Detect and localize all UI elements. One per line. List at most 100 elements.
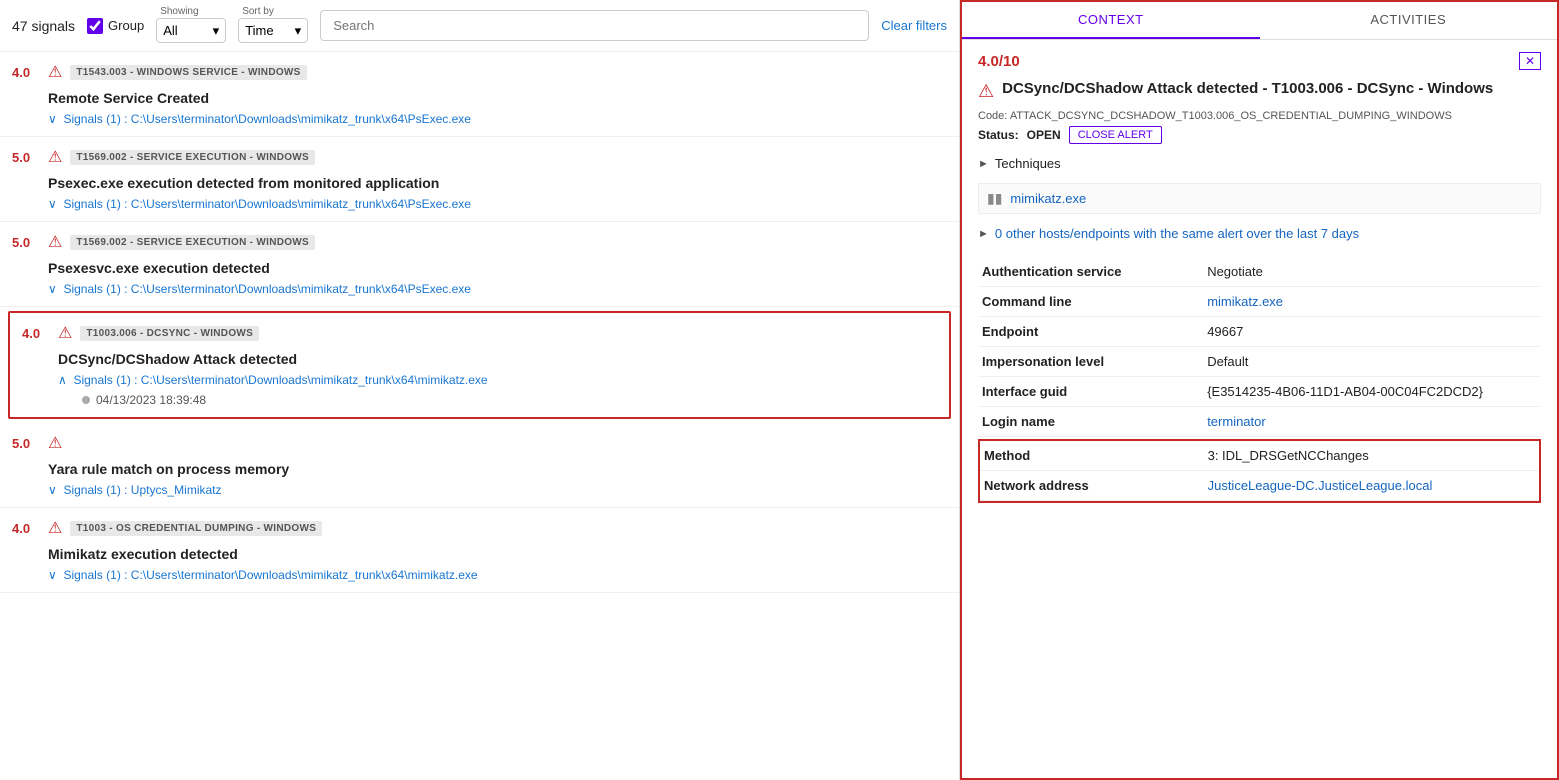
close-alert-button[interactable]: CLOSE ALERT <box>1069 126 1162 144</box>
signal-group-3: 5.0 ⚠ T1569.002 - SERVICE EXECUTION - WI… <box>0 222 959 307</box>
detail-val-method: 3: IDL_DRSGetNCChanges <box>1204 441 1539 471</box>
mimikatz-file-icon: ▮▮ <box>987 190 1002 207</box>
score-2: 5.0 <box>12 150 40 165</box>
sortby-dropdown-container: Sort by Time <box>238 8 308 43</box>
right-panel: CONTEXT ACTIVITIES 4.0/10 ✕ ⚠ DCSync/DCS… <box>960 0 1559 780</box>
showing-sublabel: Showing <box>160 6 198 17</box>
code-value: ATTACK_DCSYNC_DCSHADOW_T1003.006_OS_CRED… <box>1010 110 1452 122</box>
score-6: 4.0 <box>12 521 40 536</box>
detail-key-endpoint: Endpoint <box>978 317 1203 347</box>
right-tabs: CONTEXT ACTIVITIES <box>962 2 1557 40</box>
other-hosts-row[interactable]: ► 0 other hosts/endpoints with the same … <box>978 226 1541 241</box>
code-label: Code: <box>978 110 1007 122</box>
detail-val-cmdline[interactable]: mimikatz.exe <box>1203 287 1541 317</box>
signal-signals-5[interactable]: ∨ Signals (1) : Uptycs_Mimikatz <box>12 483 947 497</box>
alert-icon-3: ⚠ <box>48 232 62 252</box>
tag-6: T1003 - OS CREDENTIAL DUMPING - WINDOWS <box>70 521 322 536</box>
other-hosts-text: 0 other hosts/endpoints with the same al… <box>995 226 1359 241</box>
signal-list: 4.0 ⚠ T1543.003 - WINDOWS SERVICE - WIND… <box>0 52 959 780</box>
signal-title-6: Mimikatz execution detected <box>12 542 947 566</box>
tag-3: T1569.002 - SERVICE EXECUTION - WINDOWS <box>70 235 315 250</box>
alert-title-text: DCSync/DCShadow Attack detected - T1003.… <box>1002 80 1493 97</box>
score-3: 5.0 <box>12 235 40 250</box>
sortby-dropdown[interactable]: Time <box>238 18 308 43</box>
mimikatz-row[interactable]: ▮▮ mimikatz.exe <box>978 183 1541 214</box>
toolbar: 47 signals Group Showing All Sort by Tim… <box>0 0 959 52</box>
alert-score-bar: 4.0/10 ✕ <box>978 52 1541 70</box>
signal-title-5: Yara rule match on process memory <box>12 457 947 481</box>
techniques-expand-icon: ► <box>978 158 989 170</box>
signal-signals-2[interactable]: ∨ Signals (1) : C:\Users\terminator\Down… <box>12 197 947 211</box>
close-x-button[interactable]: ✕ <box>1519 52 1541 70</box>
tag-1: T1543.003 - WINDOWS SERVICE - WINDOWS <box>70 65 306 80</box>
sortby-sublabel: Sort by <box>242 6 274 17</box>
signal-signals-4[interactable]: ∧ Signals (1) : C:\Users\terminator\Down… <box>22 373 937 387</box>
signal-header-6: 4.0 ⚠ T1003 - OS CREDENTIAL DUMPING - WI… <box>12 518 947 538</box>
status-value: OPEN <box>1027 128 1061 142</box>
mimikatz-label: mimikatz.exe <box>1010 191 1086 206</box>
signal-signals-1[interactable]: ∨ Signals (1) : C:\Users\terminator\Down… <box>12 112 947 126</box>
signal-title-3: Psexesvc.exe execution detected <box>12 256 947 280</box>
detail-key-cmdline: Command line <box>978 287 1203 317</box>
detail-key-network: Network address <box>980 471 1204 501</box>
right-content: 4.0/10 ✕ ⚠ DCSync/DCShadow Attack detect… <box>962 40 1557 778</box>
tag-4: T1003.006 - DCSYNC - WINDOWS <box>80 326 259 341</box>
timestamp-text: 04/13/2023 18:39:48 <box>96 393 206 407</box>
detail-key-login: Login name <box>978 407 1203 437</box>
signal-group-6: 4.0 ⚠ T1003 - OS CREDENTIAL DUMPING - WI… <box>0 508 959 593</box>
highlighted-method-network: Method 3: IDL_DRSGetNCChanges Network ad… <box>978 439 1541 503</box>
detail-key-guid: Interface guid <box>978 377 1203 407</box>
signal-group-5: 5.0 ⚠ Yara rule match on process memory … <box>0 423 959 508</box>
signal-timestamp-4: 04/13/2023 18:39:48 <box>22 393 937 407</box>
detail-row-guid: Interface guid {E3514235-4B06-11D1-AB04-… <box>978 377 1541 407</box>
alert-icon-4: ⚠ <box>58 323 72 343</box>
alert-code: Code: ATTACK_DCSYNC_DCSHADOW_T1003.006_O… <box>978 110 1541 122</box>
alert-title-icon: ⚠ <box>978 81 994 102</box>
signal-group-1: 4.0 ⚠ T1543.003 - WINDOWS SERVICE - WIND… <box>0 52 959 137</box>
detail-row-impersonation: Impersonation level Default <box>978 347 1541 377</box>
signal-header-5: 5.0 ⚠ <box>12 433 947 453</box>
alert-title-row: ⚠ DCSync/DCShadow Attack detected - T100… <box>978 80 1541 102</box>
detail-row-network: Network address JusticeLeague-DC.Justice… <box>980 471 1539 501</box>
showing-dropdown-container: Showing All <box>156 8 226 43</box>
status-label: Status: <box>978 128 1019 142</box>
detail-key-impersonation: Impersonation level <box>978 347 1203 377</box>
signals-count: 47 signals <box>12 18 75 34</box>
detail-table: Authentication service Negotiate Command… <box>978 257 1541 437</box>
score-1: 4.0 <box>12 65 40 80</box>
detail-row-endpoint: Endpoint 49667 <box>978 317 1541 347</box>
other-hosts-expand-icon: ► <box>978 228 989 240</box>
group-checkbox[interactable] <box>87 18 103 34</box>
left-panel: 47 signals Group Showing All Sort by Tim… <box>0 0 960 780</box>
search-input[interactable] <box>320 10 869 41</box>
alert-icon-6: ⚠ <box>48 518 62 538</box>
signal-group-4[interactable]: 4.0 ⚠ T1003.006 - DCSYNC - WINDOWS DCSyn… <box>8 311 951 419</box>
signal-header-4: 4.0 ⚠ T1003.006 - DCSYNC - WINDOWS <box>22 323 937 343</box>
alert-icon-5: ⚠ <box>48 433 62 453</box>
showing-dropdown[interactable]: All <box>156 18 226 43</box>
detail-row-method: Method 3: IDL_DRSGetNCChanges <box>980 441 1539 471</box>
clear-filters-button[interactable]: Clear filters <box>881 18 947 33</box>
detail-val-login[interactable]: terminator <box>1203 407 1541 437</box>
alert-icon-2: ⚠ <box>48 147 62 167</box>
tab-activities[interactable]: ACTIVITIES <box>1260 2 1558 39</box>
tab-context[interactable]: CONTEXT <box>962 2 1260 39</box>
techniques-row[interactable]: ► Techniques <box>978 156 1541 171</box>
signal-header-2: 5.0 ⚠ T1569.002 - SERVICE EXECUTION - WI… <box>12 147 947 167</box>
signal-group-2: 5.0 ⚠ T1569.002 - SERVICE EXECUTION - WI… <box>0 137 959 222</box>
detail-key-method: Method <box>980 441 1204 471</box>
detail-row-login: Login name terminator <box>978 407 1541 437</box>
detail-row-cmdline: Command line mimikatz.exe <box>978 287 1541 317</box>
alert-status-row: Status: OPEN CLOSE ALERT <box>978 126 1541 144</box>
detail-val-auth: Negotiate <box>1203 257 1541 287</box>
signal-signals-3[interactable]: ∨ Signals (1) : C:\Users\terminator\Down… <box>12 282 947 296</box>
signal-signals-6[interactable]: ∨ Signals (1) : C:\Users\terminator\Down… <box>12 568 947 582</box>
score-5: 5.0 <box>12 436 40 451</box>
detail-table-highlighted: Method 3: IDL_DRSGetNCChanges Network ad… <box>980 441 1539 501</box>
group-label: Group <box>108 18 144 33</box>
detail-val-network[interactable]: JusticeLeague-DC.JusticeLeague.local <box>1204 471 1539 501</box>
detail-row-auth: Authentication service Negotiate <box>978 257 1541 287</box>
detail-val-endpoint: 49667 <box>1203 317 1541 347</box>
score-4: 4.0 <box>22 326 50 341</box>
alert-score-text: 4.0/10 <box>978 53 1020 70</box>
